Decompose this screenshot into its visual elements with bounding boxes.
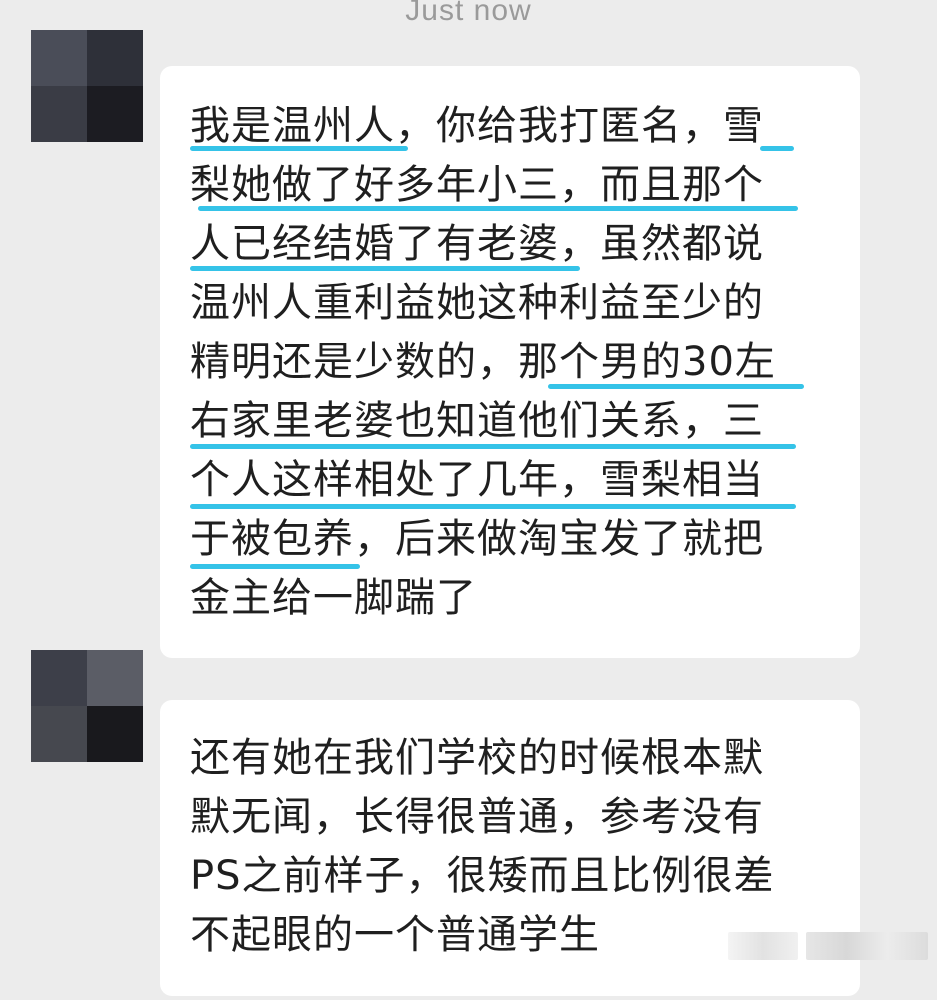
highlight-underline <box>760 146 794 151</box>
message-line: 金主给一脚踹了 <box>190 575 477 621</box>
message-line: PS之前样子，很矮而且比例很差 <box>190 853 775 899</box>
message-line: 于被包养，后来做淘宝发了就把 <box>190 516 764 562</box>
message-line: 精明还是少数的，那个男的30左 <box>190 339 776 385</box>
message-line: 我是温州人，你给我打匿名，雪 <box>190 103 764 149</box>
message-bubble[interactable]: 我是温州人，你给我打匿名，雪 梨她做了好多年小三，而且那个 人已经结婚了有老婆，… <box>160 66 860 658</box>
message-line: 不起眼的一个普通学生 <box>190 912 600 958</box>
sender-avatar[interactable] <box>31 30 143 142</box>
sender-avatar[interactable] <box>31 650 143 762</box>
message-line: 还有她在我们学校的时候根本默 <box>190 735 764 781</box>
message-line: 默无闻，长得很普通，参考没有 <box>190 794 764 840</box>
blurred-watermark <box>806 932 928 960</box>
message-line: 梨她做了好多年小三，而且那个 <box>190 162 764 208</box>
highlight-underline <box>190 504 796 509</box>
message-line: 温州人重利益她这种利益至少的 <box>190 280 764 326</box>
timestamp: Just now <box>405 0 532 27</box>
highlight-underline <box>190 564 360 569</box>
blurred-watermark <box>728 932 798 960</box>
message-line: 人已经结婚了有老婆，虽然都说 <box>190 221 764 267</box>
message-line: 右家里老婆也知道他们关系，三 <box>190 398 764 444</box>
message-line: 个人这样相处了几年，雪梨相当 <box>190 457 764 503</box>
